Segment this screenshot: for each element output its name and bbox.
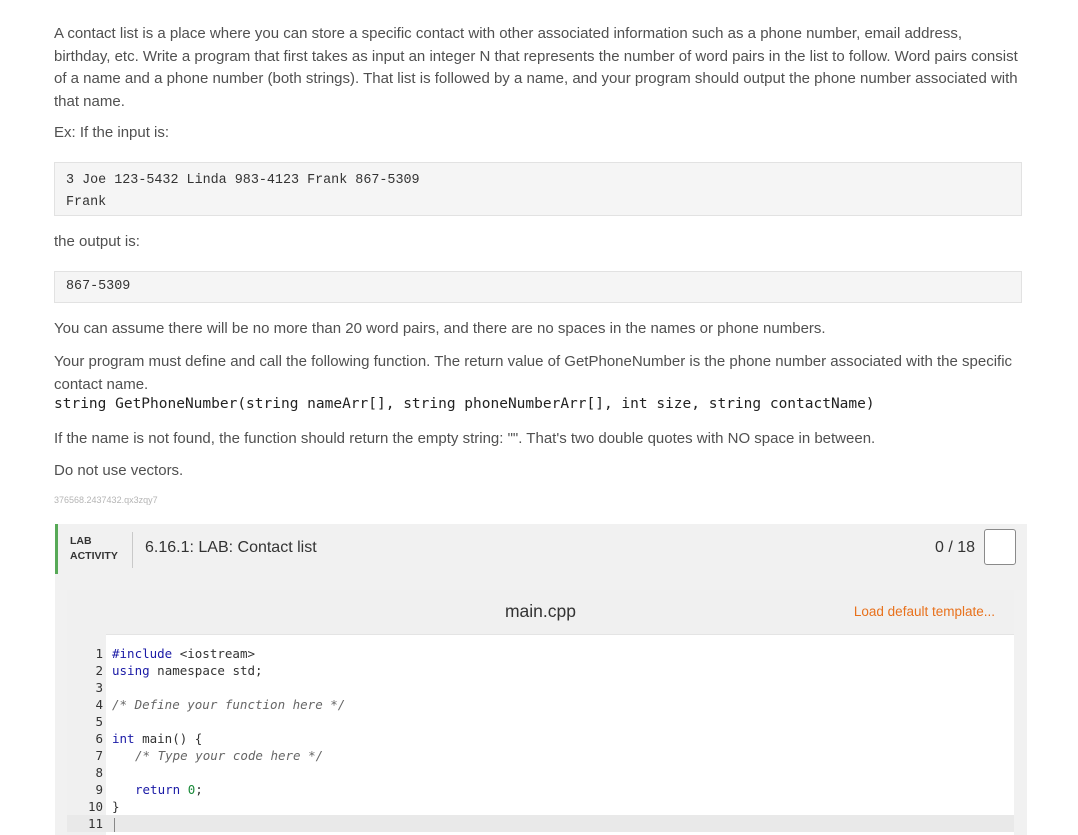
code-line[interactable]: 9 return 0;: [67, 781, 1014, 798]
line-number: 10: [87, 799, 103, 814]
input-example: 3 Joe 123-5432 Linda 983-4123 Frank 867-…: [54, 162, 1022, 216]
code-line-active[interactable]: 11: [67, 815, 1014, 832]
code-comment: /* Define your function here */: [112, 697, 346, 712]
code-token: using: [112, 663, 150, 678]
output-label: the output is:: [54, 233, 140, 250]
input-example-line: Frank: [66, 195, 107, 210]
line-number: 3: [95, 680, 103, 695]
lab-activity-panel: LAB ACTIVITY 6.16.1: LAB: Contact list 0…: [55, 524, 1027, 835]
code-token: <iostream>: [179, 646, 255, 661]
line-number: 2: [95, 663, 103, 678]
assumption-text: You can assume there will be no more tha…: [54, 320, 826, 337]
output-example: 867-5309: [54, 271, 1022, 303]
line-number: 11: [87, 816, 103, 831]
code-line[interactable]: 2 using namespace std;: [67, 662, 1014, 679]
code-line[interactable]: 7 /* Type your code here */: [67, 747, 1014, 764]
not-found-text: If the name is not found, the function s…: [54, 430, 876, 447]
code-line[interactable]: 6 int main() {: [67, 730, 1014, 747]
code-line[interactable]: 5: [67, 713, 1014, 730]
code-text: return 0;: [135, 781, 203, 798]
lab-accent-bar: [55, 524, 58, 574]
lab-divider: [132, 532, 133, 568]
code-line[interactable]: 4 /* Define your function here */: [67, 696, 1014, 713]
line-number: 4: [95, 697, 103, 712]
code-token: #include: [112, 646, 180, 661]
description-paragraph: A contact list is a place where you can …: [54, 25, 1018, 110]
code-line[interactable]: 3: [67, 679, 1014, 696]
text-cursor: [114, 817, 115, 832]
code-token: ;: [195, 782, 203, 797]
lab-title: 6.16.1: LAB: Contact list: [145, 539, 317, 556]
function-signature: string GetPhoneNumber(string nameArr[], …: [54, 396, 875, 412]
code-text: using namespace std;: [112, 662, 263, 679]
code-text: #include <iostream>: [112, 645, 255, 662]
lab-score: 0 / 18: [934, 539, 975, 556]
code-token: int: [112, 731, 135, 746]
code-token: return: [135, 782, 188, 797]
code-text: int main() {: [112, 730, 202, 747]
code-token: }: [112, 799, 120, 814]
code-token: namespace: [149, 663, 233, 678]
code-area[interactable]: 1 #include <iostream> 2 using namespace …: [67, 645, 1014, 832]
code-line[interactable]: 10 }: [67, 798, 1014, 815]
lab-activity-tag: LAB ACTIVITY: [70, 534, 118, 564]
code-token: std;: [232, 663, 263, 678]
code-token: main() {: [134, 731, 203, 746]
activity-id: 376568.2437432.qx3zqy7: [54, 495, 158, 505]
line-number: 1: [95, 646, 103, 661]
example-label: Ex: If the input is:: [54, 124, 170, 141]
load-default-template-link[interactable]: Load default template...: [854, 604, 995, 619]
line-number: 6: [95, 731, 103, 746]
code-text: [112, 815, 115, 832]
completion-checkbox: [984, 529, 1016, 565]
input-example-line: 3 Joe 123-5432 Linda 983-4123 Frank 867-…: [66, 173, 420, 188]
line-number: 8: [95, 765, 103, 780]
line-number: 5: [95, 714, 103, 729]
editor-header: main.cpp Load default template...: [67, 590, 1014, 635]
code-line[interactable]: 1 #include <iostream>: [67, 645, 1014, 662]
code-comment: /* Type your code here */: [135, 748, 324, 763]
page: A contact list is a place where you can …: [0, 0, 1078, 835]
code-line[interactable]: 8: [67, 764, 1014, 781]
function-requirement-text: Your program must define and call the fo…: [54, 353, 1013, 393]
lab-tag-line2: ACTIVITY: [70, 550, 118, 562]
lab-tag-line1: LAB: [70, 535, 92, 547]
output-example-line: 867-5309: [66, 279, 131, 294]
no-vectors-text: Do not use vectors.: [54, 462, 184, 479]
line-number: 7: [95, 748, 103, 763]
code-editor: main.cpp Load default template... 1 #inc…: [67, 590, 1014, 835]
line-number: 9: [95, 782, 103, 797]
